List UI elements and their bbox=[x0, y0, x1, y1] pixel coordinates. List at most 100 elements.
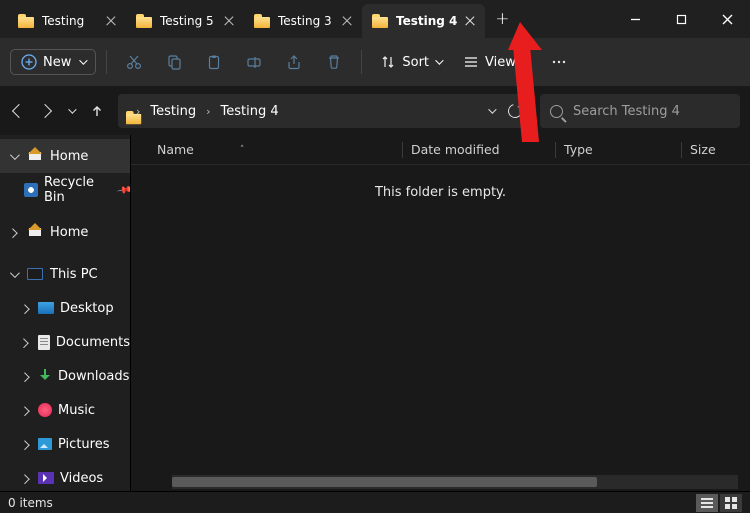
tree-label: Videos bbox=[60, 471, 130, 486]
tree-music[interactable]: Music bbox=[0, 393, 130, 427]
separator bbox=[361, 50, 362, 74]
breadcrumb-item[interactable]: Testing 4 bbox=[221, 104, 279, 119]
up-button[interactable] bbox=[90, 104, 104, 118]
chevron-right-icon bbox=[19, 304, 29, 314]
sort-button-label: Sort bbox=[402, 55, 429, 70]
tree-pictures[interactable]: Pictures bbox=[0, 427, 130, 461]
search-icon bbox=[550, 105, 563, 118]
folder-icon bbox=[18, 14, 34, 28]
maximize-button[interactable] bbox=[658, 0, 704, 38]
cut-button[interactable] bbox=[117, 45, 151, 79]
home-icon bbox=[26, 148, 44, 164]
chevron-down-icon[interactable] bbox=[488, 105, 496, 113]
tree-home[interactable]: Home bbox=[0, 139, 130, 173]
column-label: Type bbox=[564, 142, 593, 157]
view-toggles bbox=[696, 494, 742, 512]
tree-desktop[interactable]: Desktop bbox=[0, 291, 130, 325]
chevron-right-icon bbox=[19, 474, 29, 484]
column-label: Name bbox=[157, 142, 194, 157]
close-button[interactable] bbox=[704, 0, 750, 38]
new-tab-button[interactable]: + bbox=[485, 0, 519, 38]
chevron-down-icon bbox=[9, 268, 19, 278]
view-list-icon bbox=[463, 54, 479, 70]
forward-button[interactable] bbox=[40, 106, 50, 116]
clipboard-icon bbox=[205, 53, 223, 71]
column-headers: Name ˄ Date modified Type Size bbox=[131, 135, 750, 165]
sort-button[interactable]: Sort bbox=[372, 45, 449, 79]
column-type[interactable]: Type bbox=[564, 142, 681, 157]
horizontal-scrollbar[interactable] bbox=[172, 475, 738, 489]
back-button[interactable] bbox=[14, 106, 24, 116]
close-icon[interactable] bbox=[224, 16, 234, 26]
column-size[interactable]: Size bbox=[690, 142, 750, 157]
details-view-toggle[interactable] bbox=[696, 494, 718, 512]
download-icon bbox=[38, 369, 52, 383]
sort-asc-icon: ˄ bbox=[240, 145, 245, 155]
arrow-left-icon bbox=[12, 104, 26, 118]
pc-icon bbox=[26, 266, 44, 282]
view-button[interactable]: View bbox=[455, 45, 536, 79]
tree-label: Pictures bbox=[58, 437, 130, 452]
close-icon[interactable] bbox=[465, 16, 475, 26]
more-button[interactable] bbox=[542, 45, 576, 79]
rename-button[interactable] bbox=[237, 45, 271, 79]
icons-view-toggle[interactable] bbox=[720, 494, 742, 512]
tree-label: Documents bbox=[56, 335, 130, 350]
tree-downloads[interactable]: Downloads bbox=[0, 359, 130, 393]
arrow-right-icon bbox=[38, 104, 52, 118]
tree-this-pc[interactable]: This PC bbox=[0, 257, 130, 291]
chevron-down-icon bbox=[522, 56, 530, 64]
column-divider[interactable] bbox=[555, 142, 556, 158]
copy-button[interactable] bbox=[157, 45, 191, 79]
navigation-row: › Testing › Testing 4 Search Testing 4 bbox=[0, 87, 750, 135]
navigation-tree: Home Recycle Bin 📌 Home This PC Desktop … bbox=[0, 135, 131, 491]
new-button-label: New bbox=[43, 55, 71, 70]
tab-testing-5[interactable]: Testing 5 bbox=[126, 4, 244, 38]
status-bar: 0 items bbox=[0, 491, 750, 513]
column-label: Date modified bbox=[411, 142, 500, 157]
breadcrumb-item[interactable]: Testing bbox=[150, 104, 196, 119]
tree-label: Downloads bbox=[58, 369, 130, 384]
pictures-icon bbox=[38, 438, 52, 450]
paste-button[interactable] bbox=[197, 45, 231, 79]
column-divider[interactable] bbox=[681, 142, 682, 158]
tab-testing-4[interactable]: Testing 4 bbox=[362, 4, 485, 38]
body: Home Recycle Bin 📌 Home This PC Desktop … bbox=[0, 135, 750, 491]
chevron-right-icon: › bbox=[204, 105, 212, 118]
refresh-icon[interactable] bbox=[505, 101, 524, 120]
tab-testing-3[interactable]: Testing 3 bbox=[244, 4, 362, 38]
minimize-button[interactable] bbox=[612, 0, 658, 38]
tree-documents[interactable]: Documents bbox=[0, 325, 130, 359]
close-icon[interactable] bbox=[106, 16, 116, 26]
tree-home-2[interactable]: Home bbox=[0, 215, 130, 249]
close-icon[interactable] bbox=[342, 16, 352, 26]
recent-locations-button[interactable] bbox=[66, 108, 74, 114]
videos-icon bbox=[38, 472, 54, 484]
column-divider[interactable] bbox=[402, 142, 403, 158]
tab-label: Testing 4 bbox=[396, 14, 457, 28]
list-view-icon bbox=[701, 498, 713, 508]
column-date-modified[interactable]: Date modified bbox=[411, 142, 555, 157]
column-name[interactable]: Name ˄ bbox=[157, 142, 402, 157]
tab-testing[interactable]: Testing bbox=[8, 4, 126, 38]
delete-button[interactable] bbox=[317, 45, 351, 79]
chevron-down-icon bbox=[68, 105, 76, 113]
tree-recycle-bin[interactable]: Recycle Bin 📌 bbox=[0, 173, 130, 207]
empty-folder-text: This folder is empty. bbox=[131, 165, 750, 200]
tree-label: Home bbox=[50, 149, 130, 164]
folder-icon bbox=[254, 14, 270, 28]
titlebar: Testing Testing 5 Testing 3 Testing 4 + bbox=[0, 0, 750, 38]
view-button-label: View bbox=[485, 55, 516, 70]
address-bar[interactable]: › Testing › Testing 4 bbox=[118, 94, 530, 128]
search-box[interactable]: Search Testing 4 bbox=[540, 94, 740, 128]
share-button[interactable] bbox=[277, 45, 311, 79]
grid-view-icon bbox=[725, 497, 737, 509]
chevron-down-icon bbox=[9, 150, 19, 160]
pin-icon: 📌 bbox=[116, 182, 131, 198]
desktop-icon bbox=[38, 302, 54, 314]
tree-videos[interactable]: Videos bbox=[0, 461, 130, 491]
tree-label: Home bbox=[50, 225, 130, 240]
item-count: 0 items bbox=[8, 496, 53, 510]
new-button[interactable]: New bbox=[10, 49, 96, 75]
chevron-down-icon bbox=[80, 56, 88, 64]
